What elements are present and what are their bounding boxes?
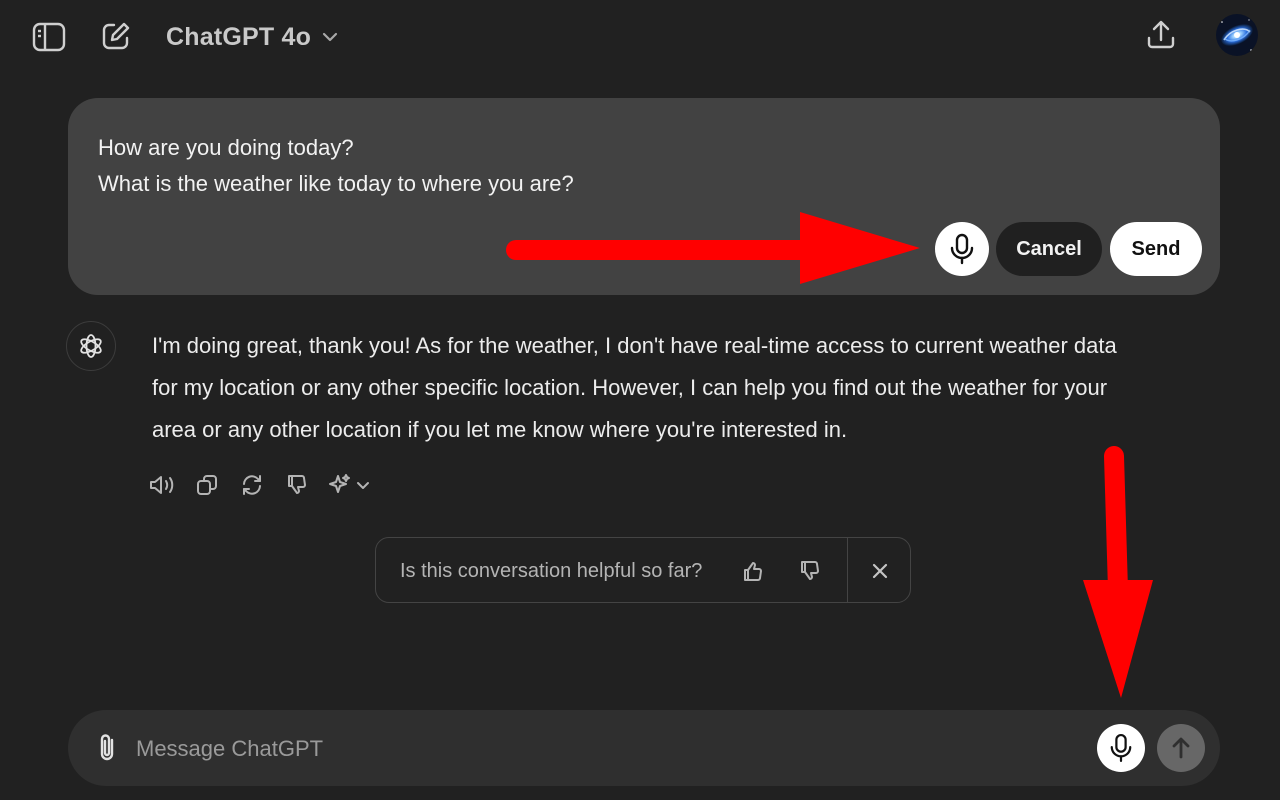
share-upload-icon [1147,20,1175,49]
send-button[interactable]: Send [1110,222,1202,276]
user-avatar[interactable] [1216,14,1258,56]
regenerate-icon [243,475,261,495]
sidebar-toggle-icon [32,22,66,52]
edit-message-line: What is the weather like today to where … [98,171,574,196]
feedback-thumbs-up-button[interactable] [737,555,769,587]
read-aloud-button[interactable] [147,470,177,500]
copy-icon [197,475,217,495]
feedback-prompt: Is this conversation helpful so far? [375,537,911,603]
assistant-message: I'm doing great, thank you! As for the w… [152,325,1222,451]
model-selector[interactable]: ChatGPT 4o [166,20,339,54]
assistant-message-line: for my location or any other specific lo… [152,375,1108,400]
microphone-icon [1110,733,1132,763]
close-icon [872,563,888,579]
sparkle-model-icon [329,474,369,493]
chat-page: ChatGPT 4o How are you doing today? What… [0,0,1280,800]
switch-model-button[interactable] [324,470,374,500]
edit-voice-button[interactable] [935,222,989,276]
share-button[interactable] [1142,16,1180,54]
attach-button[interactable] [92,732,122,764]
assistant-message-line: area or any other location if you let me… [152,417,848,442]
microphone-icon [950,233,974,265]
copy-button[interactable] [192,470,222,500]
assistant-avatar [66,321,116,371]
thumbs-up-icon [744,562,762,581]
thumbs-down-button[interactable] [282,470,312,500]
feedback-divider [847,538,848,602]
send-message-button[interactable] [1157,724,1205,772]
cancel-button[interactable]: Cancel [996,222,1102,276]
thumbs-down-icon [288,475,306,494]
edit-message-card[interactable]: How are you doing today? What is the wea… [68,98,1220,295]
feedback-question: Is this conversation helpful so far? [400,560,703,582]
edit-message-line: How are you doing today? [98,135,354,160]
edit-message-text[interactable]: How are you doing today? What is the wea… [98,130,1178,202]
sidebar-toggle-button[interactable] [30,18,68,56]
annotation-arrow-down [1083,446,1153,698]
voice-input-button[interactable] [1097,724,1145,772]
arrow-up-icon [1172,737,1190,759]
assistant-message-line: I'm doing great, thank you! As for the w… [152,333,1117,358]
chevron-down-icon [322,32,338,42]
regenerate-button[interactable] [237,470,267,500]
thumbs-down-icon [801,561,819,580]
openai-logo-icon [80,334,102,358]
feedback-close-button[interactable] [864,555,896,587]
galaxy-avatar-icon [1216,14,1258,56]
feedback-thumbs-down-button[interactable] [794,555,826,587]
new-chat-button[interactable] [98,18,134,54]
model-name: ChatGPT 4o [166,22,312,51]
new-chat-icon [102,22,130,50]
message-input[interactable] [134,728,1078,770]
paperclip-icon [100,734,114,761]
read-aloud-icon [150,476,174,494]
message-composer [68,710,1220,786]
